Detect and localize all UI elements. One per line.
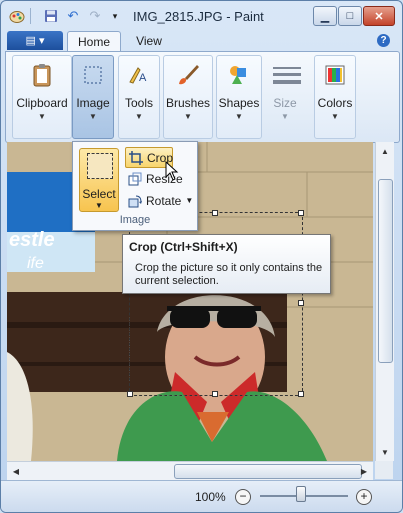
colors-icon (322, 62, 348, 88)
selection-handle[interactable] (212, 391, 218, 397)
ribbon: Clipboard ▼ Image ▼ A Tools ▼ Brushes ▼ (5, 51, 400, 143)
maximize-button[interactable]: □ (338, 6, 362, 26)
image-dropdown-menu: Select ▼ Crop Resize Rotate ▼ Image (72, 141, 198, 231)
select-button[interactable]: Select ▼ (79, 148, 119, 212)
tooltip-body: Crop the picture so it only contains the… (135, 262, 323, 287)
image-label: Image (76, 96, 110, 110)
selection-handle[interactable] (127, 391, 133, 397)
undo-icon[interactable]: ↶ (65, 8, 81, 24)
chevron-down-icon: ▼ (38, 112, 46, 121)
window-title: IMG_2815.JPG - Paint (133, 9, 264, 24)
close-button[interactable]: ✕ (363, 6, 395, 26)
tools-label: Tools (124, 96, 153, 110)
svg-text:A: A (139, 72, 147, 84)
horizontal-scrollbar[interactable]: ◀ ▶ (7, 461, 373, 480)
selection-handle[interactable] (298, 391, 304, 397)
size-icon (272, 62, 301, 88)
sign-text: estle (9, 229, 55, 251)
shapes-label: Shapes (218, 96, 260, 110)
chevron-down-icon: ▼ (331, 112, 339, 121)
paint-menu-button[interactable]: ▤ ▾ (7, 31, 63, 50)
help-icon[interactable]: ? (377, 34, 390, 47)
vertical-scroll-thumb[interactable] (378, 179, 393, 363)
rotate-button[interactable]: Rotate ▼ (125, 191, 193, 210)
tools-group-button[interactable]: A Tools ▼ (118, 55, 160, 139)
select-label: Select (82, 187, 116, 201)
image-select-icon (80, 62, 106, 88)
scroll-corner (375, 461, 393, 479)
tab-home[interactable]: Home (67, 31, 121, 52)
status-bar: 100% − + (1, 480, 402, 512)
zoom-slider-thumb[interactable] (296, 486, 306, 502)
chevron-down-icon: ▼ (95, 201, 103, 210)
chevron-down-icon: ▼ (235, 112, 243, 121)
redo-icon[interactable]: ↷ (87, 8, 103, 24)
selection-handle[interactable] (298, 210, 304, 216)
tab-view[interactable]: View (125, 31, 173, 51)
chevron-down-icon: ▼ (281, 112, 289, 121)
paint-menu-icon: ▤ ▾ (25, 35, 45, 47)
chevron-down-icon: ▼ (89, 112, 97, 121)
size-group-button[interactable]: Size ▼ (262, 55, 308, 139)
minimize-button[interactable]: ▁ (313, 6, 337, 26)
sign-text-2: ife (27, 255, 44, 272)
resize-icon (128, 172, 142, 186)
shapes-icon (226, 62, 252, 88)
clipboard-icon (29, 62, 55, 88)
clipboard-label: Clipboard (16, 96, 68, 110)
selection-handle[interactable] (298, 300, 304, 306)
scroll-right-icon[interactable]: ▶ (357, 464, 371, 478)
tooltip-title: Crop (Ctrl+Shift+X) (129, 240, 238, 254)
customize-quick-access-icon[interactable]: ▾ (107, 8, 123, 24)
select-icon (87, 153, 113, 179)
title-bar: ↶ ↷ ▾ IMG_2815.JPG - Paint ▁ □ ✕ (1, 1, 402, 31)
zoom-out-button[interactable]: − (235, 489, 251, 505)
chevron-down-icon: ▼ (184, 112, 192, 121)
zoom-in-button[interactable]: + (356, 489, 372, 505)
selection-handle[interactable] (212, 210, 218, 216)
scroll-left-icon[interactable]: ◀ (9, 464, 23, 478)
scroll-down-icon[interactable]: ▼ (378, 445, 392, 459)
zoom-level: 100% (195, 490, 226, 504)
colors-label: Colors (317, 96, 353, 110)
mouse-pointer-icon (165, 161, 179, 181)
image-group-button[interactable]: Image ▼ (72, 55, 114, 139)
scroll-up-icon[interactable]: ▲ (378, 144, 392, 158)
image-group-title: Image (119, 214, 151, 226)
rotate-label: Rotate (146, 193, 182, 208)
rotate-icon (128, 194, 142, 208)
tools-icon: A (126, 62, 152, 88)
brushes-icon (175, 62, 201, 88)
shapes-group-button[interactable]: Shapes ▼ (216, 55, 262, 139)
paint-window: ↶ ↷ ▾ IMG_2815.JPG - Paint ▁ □ ✕ ▤ ▾ Hom… (0, 0, 403, 513)
colors-group-button[interactable]: Colors ▼ (314, 55, 356, 139)
save-icon[interactable] (43, 8, 59, 24)
crop-tooltip: Crop (Ctrl+Shift+X) Crop the picture so … (122, 234, 331, 294)
paint-app-icon[interactable] (9, 8, 25, 24)
crop-icon (129, 150, 143, 165)
chevron-down-icon: ▼ (185, 196, 194, 205)
quick-access-divider (30, 8, 31, 24)
clipboard-group-button[interactable]: Clipboard ▼ (12, 55, 72, 139)
vertical-scrollbar[interactable]: ▲ ▼ (375, 142, 394, 461)
size-label: Size (273, 96, 297, 110)
brushes-label: Brushes (165, 96, 211, 110)
chevron-down-icon: ▼ (135, 112, 143, 121)
horizontal-scroll-thumb[interactable] (174, 464, 362, 479)
brushes-group-button[interactable]: Brushes ▼ (163, 55, 213, 139)
